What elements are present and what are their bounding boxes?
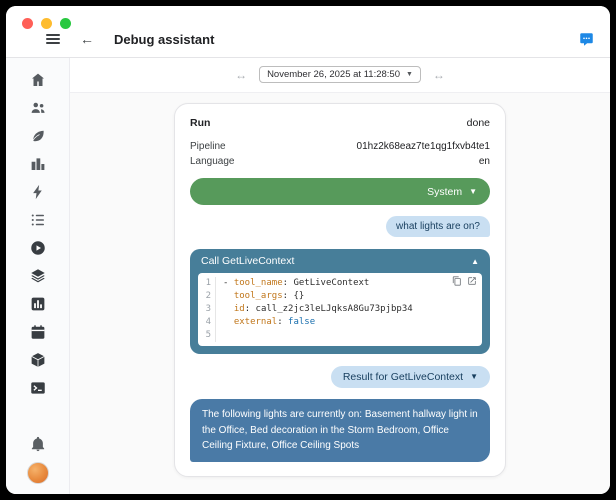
language-row: Language en	[190, 156, 490, 167]
sidebar-item-media[interactable]	[25, 238, 51, 257]
tool-call-header[interactable]: Call GetLiveContext ▲	[190, 249, 490, 272]
code-line: 2 tool_args: {}	[198, 290, 478, 303]
page-title: Debug assistant	[114, 32, 214, 47]
run-status-badge: done	[467, 117, 490, 129]
system-prompt-expander[interactable]: System ▼	[190, 178, 490, 205]
sidebar-item-people[interactable]	[25, 98, 51, 117]
language-label: Language	[190, 156, 235, 167]
tool-call-panel: Call GetLiveContext ▲ 1- tool_name: GetL…	[190, 249, 490, 354]
sidebar	[6, 58, 70, 494]
code-line: 1- tool_name: GetLiveContext	[198, 277, 478, 290]
bolt-icon	[29, 183, 47, 201]
nav-row: ← Debug assistant	[6, 23, 610, 55]
sidebar-item-automations[interactable]	[25, 182, 51, 201]
tool-result-expander[interactable]: Result for GetLiveContext ▼	[331, 366, 490, 388]
back-button[interactable]: ←	[80, 32, 94, 46]
home-icon	[29, 71, 47, 89]
sidebar-item-logbook[interactable]	[25, 210, 51, 229]
sidebar-item-notifications[interactable]	[25, 434, 51, 453]
open-in-new-icon[interactable]	[467, 276, 477, 286]
bell-icon	[29, 435, 47, 453]
sidebar-item-developer-tools[interactable]	[25, 378, 51, 397]
run-label: Run	[190, 117, 210, 129]
media-play-icon	[29, 239, 47, 257]
pipeline-value: 01hz2k68eaz7te1qg1fxvb4te1	[357, 141, 490, 152]
sidebar-item-history[interactable]	[25, 294, 51, 313]
app-window: ← Debug assistant	[6, 6, 610, 494]
assist-chat-icon[interactable]	[579, 32, 594, 47]
code-actions	[452, 276, 477, 286]
system-prompt-label: System	[427, 186, 462, 198]
tool-call-title: Call GetLiveContext	[201, 255, 294, 267]
chevron-down-icon: ▼	[469, 188, 477, 196]
chart-icon	[29, 295, 47, 313]
pipeline-label: Pipeline	[190, 141, 226, 152]
people-icon	[29, 99, 47, 117]
sidebar-item-map[interactable]	[25, 154, 51, 173]
run-date-value: November 26, 2025 at 11:28:50	[267, 69, 400, 80]
user-message-bubble: what lights are on?	[386, 216, 490, 237]
copy-icon[interactable]	[452, 276, 462, 286]
next-run-icon[interactable]: ↔	[433, 69, 445, 81]
sidebar-item-home[interactable]	[25, 70, 51, 89]
title-bar: ← Debug assistant	[6, 6, 610, 58]
previous-run-icon[interactable]: ↔	[235, 69, 247, 81]
run-status-row: Run done	[190, 117, 490, 129]
calendar-icon	[29, 323, 47, 341]
list-icon	[29, 211, 47, 229]
buildings-icon	[29, 155, 47, 173]
main-content: ↔ November 26, 2025 at 11:28:50 ▼ ↔ Run …	[70, 58, 610, 494]
code-line: 4 external: false	[198, 316, 478, 329]
code-line: 3 id: call_z2jc3leLJqksA8Gu73pjbp34	[198, 303, 478, 316]
menu-icon[interactable]	[46, 34, 60, 45]
leaf-icon	[29, 127, 47, 145]
chevron-down-icon: ▼	[406, 71, 413, 78]
run-date-select[interactable]: November 26, 2025 at 11:28:50 ▼	[259, 66, 421, 83]
screen-background: ← Debug assistant	[0, 0, 616, 500]
layers-icon	[29, 267, 47, 285]
assistant-message-bubble: The following lights are currently on: B…	[190, 399, 490, 462]
language-value: en	[479, 156, 490, 167]
terminal-icon	[29, 379, 47, 397]
sidebar-item-layers[interactable]	[25, 266, 51, 285]
package-icon	[29, 351, 47, 369]
code-line: 5	[198, 329, 478, 342]
chevron-up-icon: ▲	[471, 257, 479, 266]
sidebar-item-integrations[interactable]	[25, 350, 51, 369]
chevron-down-icon: ▼	[470, 373, 478, 381]
run-navigation-bar: ↔ November 26, 2025 at 11:28:50 ▼ ↔	[70, 58, 610, 93]
sidebar-item-energy[interactable]	[25, 126, 51, 145]
code-editor[interactable]: 1- tool_name: GetLiveContext 2 tool_args…	[198, 273, 482, 346]
tool-result-label: Result for GetLiveContext	[343, 371, 463, 383]
user-avatar[interactable]	[27, 462, 49, 484]
pipeline-row: Pipeline 01hz2k68eaz7te1qg1fxvb4te1	[190, 141, 490, 152]
run-card: Run done Pipeline 01hz2k68eaz7te1qg1fxvb…	[174, 103, 506, 477]
app-body: ↔ November 26, 2025 at 11:28:50 ▼ ↔ Run …	[6, 58, 610, 494]
sidebar-item-calendar[interactable]	[25, 322, 51, 341]
